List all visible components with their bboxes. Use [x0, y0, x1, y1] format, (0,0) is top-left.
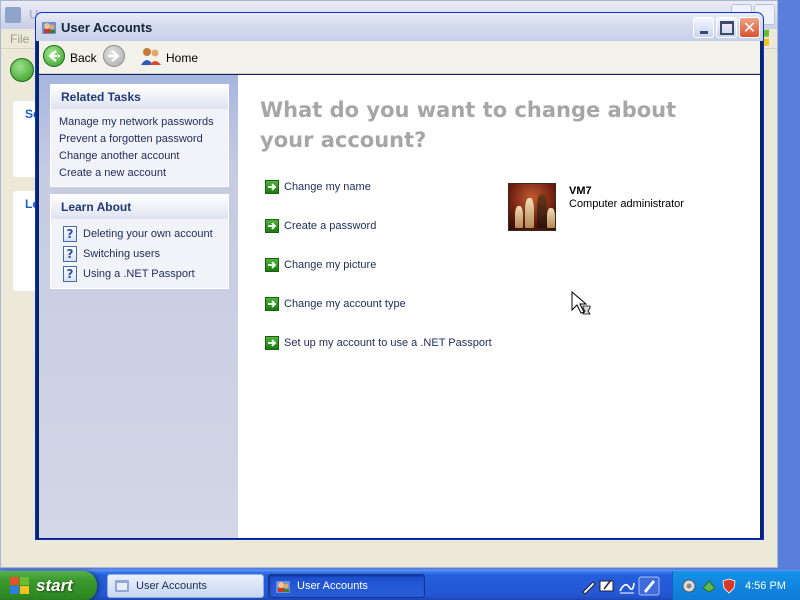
related-tasks-header[interactable]: Related Tasks [51, 85, 228, 109]
security-shield-icon[interactable] [721, 578, 737, 594]
learn-about-panel: Learn About ? Deleting your own account … [50, 194, 229, 289]
related-tasks-panel: Related Tasks Manage my network password… [50, 84, 229, 187]
background-back-icon[interactable] [10, 58, 34, 82]
related-task-link[interactable]: Manage my network passwords [59, 114, 228, 131]
help-icon: ? [63, 246, 77, 262]
action-change-account-type[interactable]: Change my account type [265, 295, 406, 313]
start-label: start [36, 576, 73, 595]
learn-about-label: Using a .NET Passport [83, 268, 195, 280]
back-arrow-icon[interactable] [43, 45, 65, 67]
green-arrow-icon [265, 336, 279, 350]
action-label: Set up my account to use a .NET Passport [284, 337, 492, 349]
tablet-input-icon[interactable] [598, 577, 616, 595]
user-accounts-icon [276, 581, 290, 593]
action-label: Change my picture [284, 259, 377, 271]
learn-about-link[interactable]: ? Deleting your own account [63, 224, 228, 244]
minimize-button[interactable] [693, 17, 714, 38]
taskbar-button-user-accounts-active[interactable]: User Accounts [268, 574, 425, 598]
action-change-picture[interactable]: Change my picture [265, 256, 376, 274]
window-title: User Accounts [61, 20, 153, 35]
action-label: Create a password [284, 220, 377, 232]
user-accounts-home-icon[interactable] [140, 46, 162, 66]
action-create-password[interactable]: Create a password [265, 217, 376, 235]
close-icon: ✕ [742, 17, 757, 37]
related-task-link[interactable]: Change another account [59, 148, 228, 165]
action-label: Change my name [284, 181, 371, 193]
user-picture-chess [508, 183, 556, 231]
menu-file[interactable]: File [10, 32, 29, 46]
action-label: Change my account type [284, 298, 406, 310]
snipping-tool-icon[interactable] [638, 576, 660, 596]
titlebar[interactable]: User Accounts ✕ [36, 13, 763, 41]
green-arrow-icon [265, 180, 279, 194]
task-pane: Related Tasks Manage my network password… [39, 75, 238, 538]
home-button[interactable]: Home [166, 51, 198, 65]
learn-about-link[interactable]: ? Using a .NET Passport [63, 264, 228, 284]
taskbar: start User Accounts User Accounts 4:56 P… [0, 570, 800, 600]
system-tray: 4:56 PM [672, 571, 800, 600]
user-role: Computer administrator [569, 198, 684, 210]
green-arrow-icon [265, 258, 279, 272]
related-task-link[interactable]: Create a new account [59, 165, 228, 182]
green-arrow-icon [265, 297, 279, 311]
taskbar-button-user-accounts[interactable]: User Accounts [107, 574, 264, 598]
busy-cursor-icon [571, 290, 591, 315]
action-change-name[interactable]: Change my name [265, 178, 371, 196]
learn-about-label: Switching users [83, 248, 161, 260]
user-accounts-icon [42, 22, 56, 34]
windows-flag-icon [10, 577, 30, 595]
user-name: VM7 [569, 185, 592, 197]
related-task-link[interactable]: Prevent a forgotten password [59, 131, 228, 148]
help-icon: ? [63, 266, 77, 282]
content-area: Related Tasks Manage my network password… [39, 75, 760, 538]
pen-tool-icon[interactable] [580, 577, 598, 595]
handwriting-icon[interactable] [618, 577, 636, 595]
learn-about-link[interactable]: ? Switching users [63, 244, 228, 264]
control-panel-icon [5, 7, 21, 23]
update-icon[interactable] [681, 578, 697, 594]
learn-about-label: Deleting your own account [83, 228, 213, 240]
clock[interactable]: 4:56 PM [745, 580, 786, 592]
taskbar-button-label: User Accounts [297, 580, 368, 592]
navigation-bar: Back Home [39, 41, 760, 74]
control-panel-icon [115, 580, 129, 592]
start-button[interactable]: start [0, 571, 97, 600]
help-icon: ? [63, 226, 77, 242]
network-icon[interactable] [701, 578, 717, 594]
user-accounts-window: User Accounts ✕ Back Home Related Tasks … [35, 12, 764, 540]
learn-about-header[interactable]: Learn About [51, 195, 228, 219]
action-net-passport[interactable]: Set up my account to use a .NET Passport [265, 334, 492, 352]
page-heading: What do you want to change about your ac… [260, 98, 677, 152]
maximize-button[interactable] [716, 17, 737, 38]
forward-arrow-icon[interactable] [103, 45, 125, 67]
green-arrow-icon [265, 219, 279, 233]
taskbar-button-label: User Accounts [136, 580, 207, 592]
close-button[interactable]: ✕ [739, 17, 760, 38]
back-button[interactable]: Back [70, 51, 97, 65]
